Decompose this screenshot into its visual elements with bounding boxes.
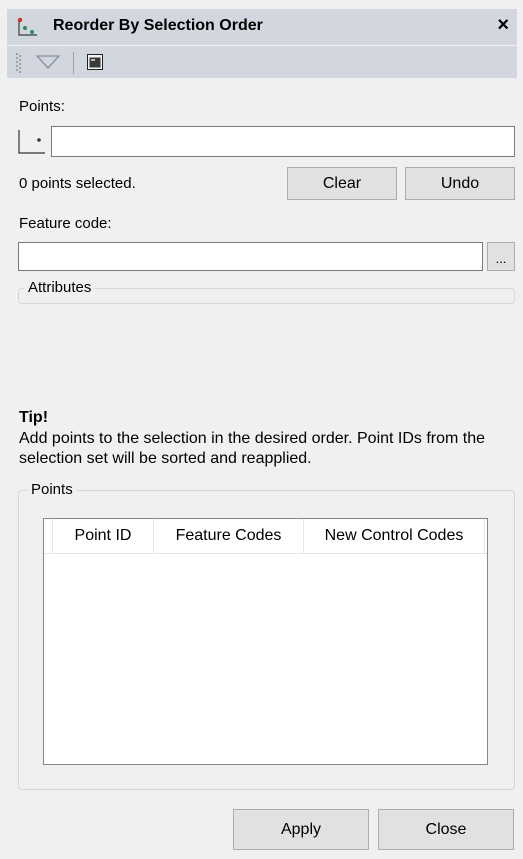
close-button[interactable]: Close <box>378 809 514 850</box>
pick-points-icon[interactable] <box>17 126 47 156</box>
undo-button[interactable]: Undo <box>405 167 515 200</box>
points-grid[interactable]: Point ID Feature Codes New Control Codes <box>43 518 488 765</box>
grid-header: Point ID Feature Codes New Control Codes <box>44 519 487 554</box>
apply-button[interactable]: Apply <box>233 809 369 850</box>
command-window-icon[interactable] <box>87 54 103 70</box>
tip-title: Tip! <box>19 409 49 426</box>
column-header-new-control-codes[interactable]: New Control Codes <box>304 519 485 553</box>
row-header-column <box>44 519 53 553</box>
close-icon[interactable]: × <box>497 14 509 37</box>
points-selected-status: 0 points selected. <box>19 175 136 192</box>
title-bar: Reorder By Selection Order × <box>7 9 517 45</box>
column-header-feature-codes[interactable]: Feature Codes <box>154 519 304 553</box>
dropdown-triangle-icon[interactable] <box>35 53 61 71</box>
tip-text: Add points to the selection in the desir… <box>19 430 486 467</box>
feature-code-browse-button[interactable]: ... <box>487 242 515 271</box>
points-group-legend: Points <box>27 481 77 498</box>
window-title: Reorder By Selection Order <box>53 17 263 34</box>
toolbar <box>7 46 517 78</box>
feature-code-label: Feature code: <box>19 215 112 232</box>
points-label: Points: <box>19 98 65 115</box>
toolbar-grip-icon[interactable] <box>16 52 22 74</box>
toolbar-separator <box>73 52 74 74</box>
reorder-points-icon <box>17 17 37 36</box>
points-input[interactable] <box>51 126 515 157</box>
column-header-point-id[interactable]: Point ID <box>53 519 154 553</box>
feature-code-input[interactable] <box>18 242 483 271</box>
attributes-legend: Attributes <box>24 279 96 296</box>
clear-button[interactable]: Clear <box>287 167 397 200</box>
